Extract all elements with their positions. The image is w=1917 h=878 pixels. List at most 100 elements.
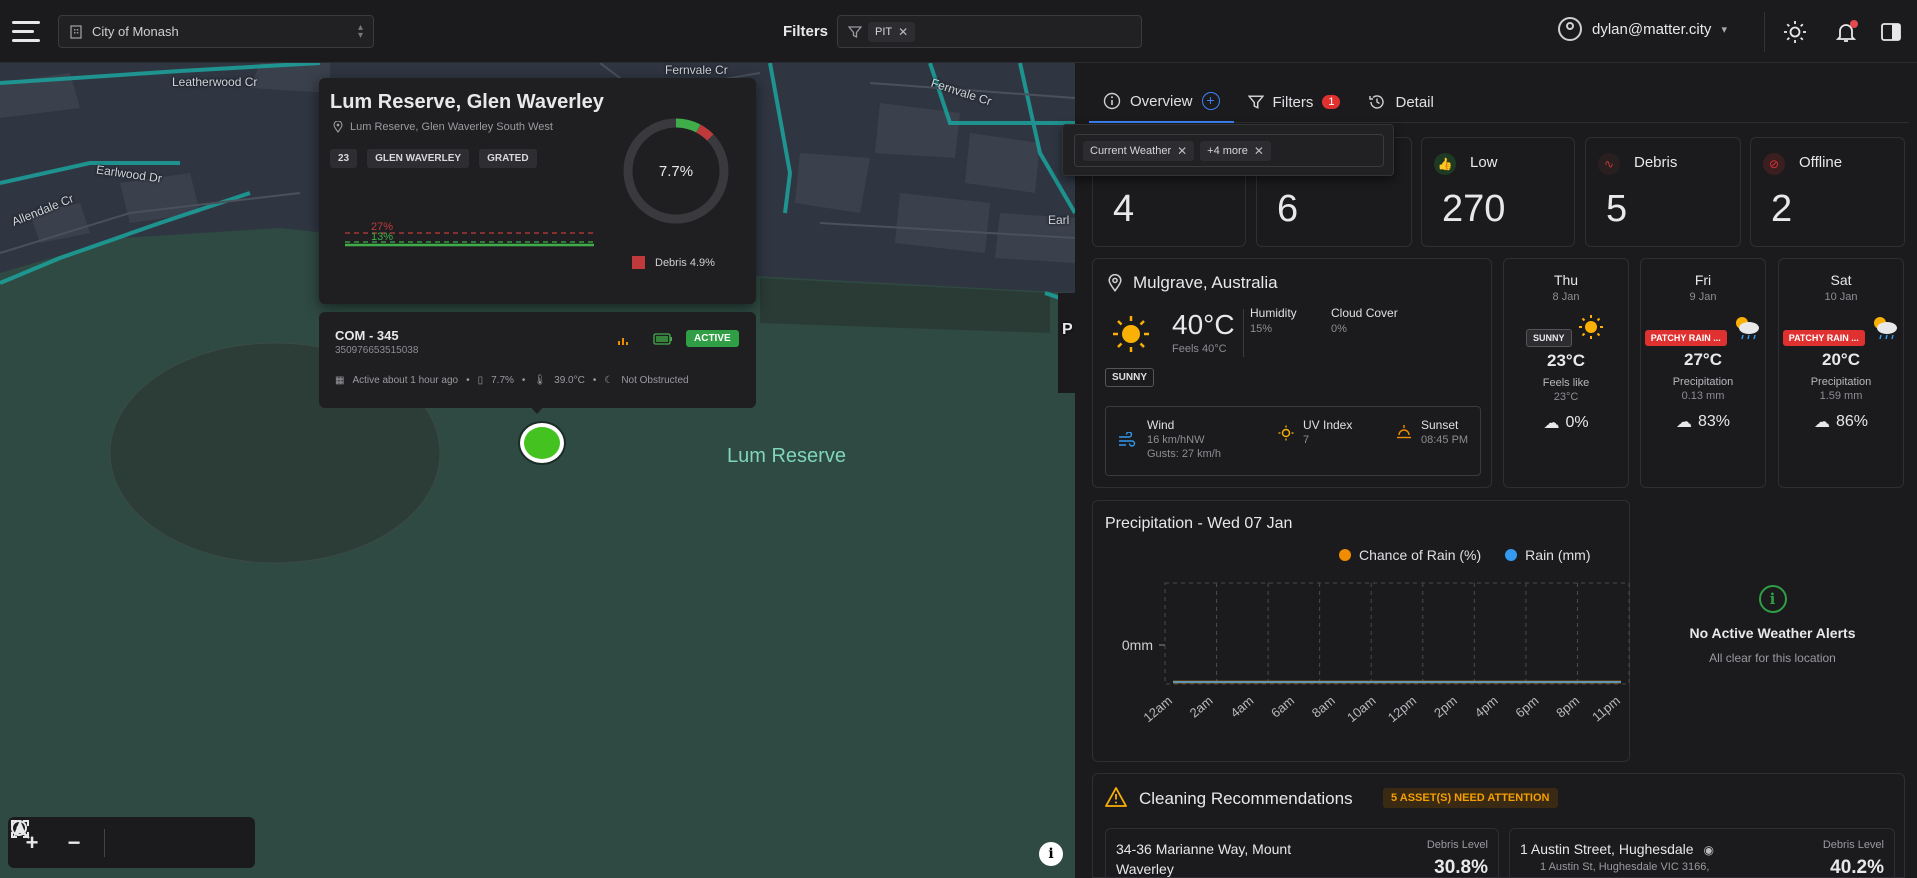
locate-icon[interactable] xyxy=(8,817,32,841)
organization-select[interactable]: City of Monash ▴ ▾ xyxy=(58,15,374,48)
add-widget-button[interactable]: + xyxy=(1201,92,1220,110)
remove-chip-icon[interactable]: ✕ xyxy=(1254,144,1264,158)
rain-chance: ☁ 0% xyxy=(1504,413,1628,433)
chart-legend: Chance of Rain (%) Rain (mm) xyxy=(1339,547,1591,563)
recommendation-card[interactable]: 34-36 Marianne Way, Mount Waverley Debri… xyxy=(1105,828,1499,877)
current-temp: 40°C xyxy=(1172,309,1235,340)
x-tick-label: 12am xyxy=(1140,693,1175,725)
forecast-day: Sat 10 Jan PATCHY RAIN ... 20°C Precipit… xyxy=(1778,258,1904,488)
location-pin-icon xyxy=(1108,274,1122,292)
sunset-value: 08:45 PM xyxy=(1421,434,1469,446)
humidity: Humidity 15% xyxy=(1250,306,1297,335)
day-date: 9 Jan xyxy=(1689,291,1717,303)
debris-label: Debris Level xyxy=(1822,839,1884,851)
tab-label: Overview xyxy=(1130,92,1193,110)
day-metric-label: Feels like xyxy=(1542,377,1590,389)
user-menu[interactable]: dylan@matter.city ▾ xyxy=(1558,17,1727,41)
legend-swatch xyxy=(632,256,645,269)
tab-bar: Overview + Filters 1 Detail xyxy=(1089,81,1909,123)
day-temp: 23°C xyxy=(1547,351,1585,370)
tab-label: Detail xyxy=(1395,93,1434,111)
tab-overview[interactable]: Overview + xyxy=(1089,81,1234,123)
precipitation-card: Precipitation - Wed 07 Jan Chance of Rai… xyxy=(1092,500,1630,762)
stat-label: Offline xyxy=(1799,154,1843,171)
rain-cloud-icon: ☁ xyxy=(1675,414,1692,431)
tag: GLEN WAVERLEY xyxy=(367,149,470,168)
theme-toggle-icon[interactable] xyxy=(1783,20,1807,44)
map-info-icon[interactable]: i xyxy=(1039,842,1063,866)
stat-value: 6 xyxy=(1277,188,1299,230)
cloud-cover: Cloud Cover 0% xyxy=(1331,306,1398,335)
x-tick-label: 12pm xyxy=(1385,693,1420,725)
debris-icon: ∿ xyxy=(1598,153,1620,175)
chart-title: Precipitation - Wed 07 Jan xyxy=(1105,515,1293,532)
rain-chance-value: 83% xyxy=(1697,413,1731,430)
debris-value: 40.2% xyxy=(1830,857,1884,878)
stat-value: 5 xyxy=(1606,188,1628,230)
debris-label: Debris Level xyxy=(1426,839,1488,851)
day-date: 8 Jan xyxy=(1552,291,1580,303)
widget-select[interactable]: Current Weather ✕ +4 more ✕ xyxy=(1074,134,1384,167)
weather-alerts: i No Active Weather Alerts All clear for… xyxy=(1640,585,1905,665)
day-name: Sat xyxy=(1830,272,1852,288)
divider xyxy=(1243,309,1244,357)
uv-label: UV Index xyxy=(1303,418,1353,432)
asset-popup: Lum Reserve, Glen Waverley Lum Reserve, … xyxy=(319,78,756,304)
rain-cloud-icon: ☁ xyxy=(1543,415,1560,432)
attention-badge: 5 ASSET(S) NEED ATTENTION xyxy=(1383,788,1558,808)
obstruction-status: Not Obstructed xyxy=(621,375,689,386)
tab-label: Filters xyxy=(1272,93,1314,111)
stat-card-debris[interactable]: ∿ Debris 5 xyxy=(1585,137,1741,247)
widget-dropdown: Current Weather ✕ +4 more ✕ xyxy=(1062,124,1394,176)
temperature: 39.0°C xyxy=(554,375,585,386)
wind-label: Wind xyxy=(1147,418,1175,432)
x-tick-label: 4am xyxy=(1227,693,1256,721)
filter-input[interactable]: PIT ✕ xyxy=(837,15,1142,48)
notification-button[interactable] xyxy=(1834,20,1858,44)
signal-icon xyxy=(618,338,628,345)
tag: 23 xyxy=(330,149,358,168)
calendar-icon: ▦ xyxy=(335,375,345,386)
day-temp: 27°C xyxy=(1684,350,1722,369)
current-weather-card: Mulgrave, Australia 40°C Feels 40°C Humi… xyxy=(1092,258,1492,488)
thumbs-up-icon: 👍 xyxy=(1434,153,1456,175)
park-label: Lum Reserve xyxy=(727,445,846,467)
cleaning-recommendations: Cleaning Recommendations 5 ASSET(S) NEED… xyxy=(1092,773,1905,878)
rain-chance: ☁ 86% xyxy=(1779,412,1903,432)
humidity-value: 15% xyxy=(1250,323,1273,335)
location-name: Mulgrave, Australia xyxy=(1133,273,1278,292)
asset-marker[interactable] xyxy=(520,423,564,463)
street-label: Leatherwood Cr xyxy=(172,75,258,89)
wifi-off-icon: ⊘ xyxy=(1763,153,1785,175)
rain-chance-value: 86% xyxy=(1835,413,1869,430)
remove-chip-icon[interactable]: ✕ xyxy=(1177,144,1187,158)
remove-chip-icon[interactable]: ✕ xyxy=(898,25,908,39)
last-active: Active about 1 hour ago xyxy=(352,375,459,386)
tab-detail[interactable]: Detail xyxy=(1354,81,1447,123)
condition-badge: SUNNY xyxy=(1526,329,1572,347)
filter-icon xyxy=(1247,95,1264,109)
sidebar-toggle-icon[interactable] xyxy=(1879,20,1903,44)
recommendation-address: 34-36 Marianne Way, Mount Waverley xyxy=(1116,841,1292,877)
tab-filters[interactable]: Filters 1 xyxy=(1234,81,1355,123)
day-temp: 20°C xyxy=(1822,350,1860,369)
alerts-subtitle: All clear for this location xyxy=(1709,651,1836,665)
zoom-out-button[interactable]: − xyxy=(62,830,86,855)
tag-list: 23 GLEN WAVERLEY GRATED xyxy=(330,149,537,168)
thermometer-icon: 🌡 xyxy=(533,375,547,386)
map-controls: + − xyxy=(8,817,255,868)
forecast-day: Thu 8 Jan SUNNY 23°C Feels like 23°C ☁ 0% xyxy=(1503,258,1629,488)
x-tick-label: 10am xyxy=(1344,693,1379,725)
popup-title: Lum Reserve, Glen Waverley xyxy=(330,91,604,113)
day-name: Thu xyxy=(1553,272,1579,288)
x-tick-label: 2pm xyxy=(1431,693,1460,721)
stat-card-offline[interactable]: ⊘ Offline 2 xyxy=(1750,137,1905,247)
recommendation-card[interactable]: 1 Austin Street, Hughesdale ◉ 1 Austin S… xyxy=(1509,828,1895,878)
alerts-title: No Active Weather Alerts xyxy=(1689,625,1856,641)
menu-icon[interactable] xyxy=(12,21,40,43)
day-metric-label: Precipitation xyxy=(1810,376,1872,388)
wind-icon xyxy=(1119,432,1136,447)
eye-icon[interactable]: ◉ xyxy=(1703,843,1713,857)
day-date: 10 Jan xyxy=(1824,291,1858,303)
stat-card-low[interactable]: 👍 Low 270 xyxy=(1421,137,1575,247)
